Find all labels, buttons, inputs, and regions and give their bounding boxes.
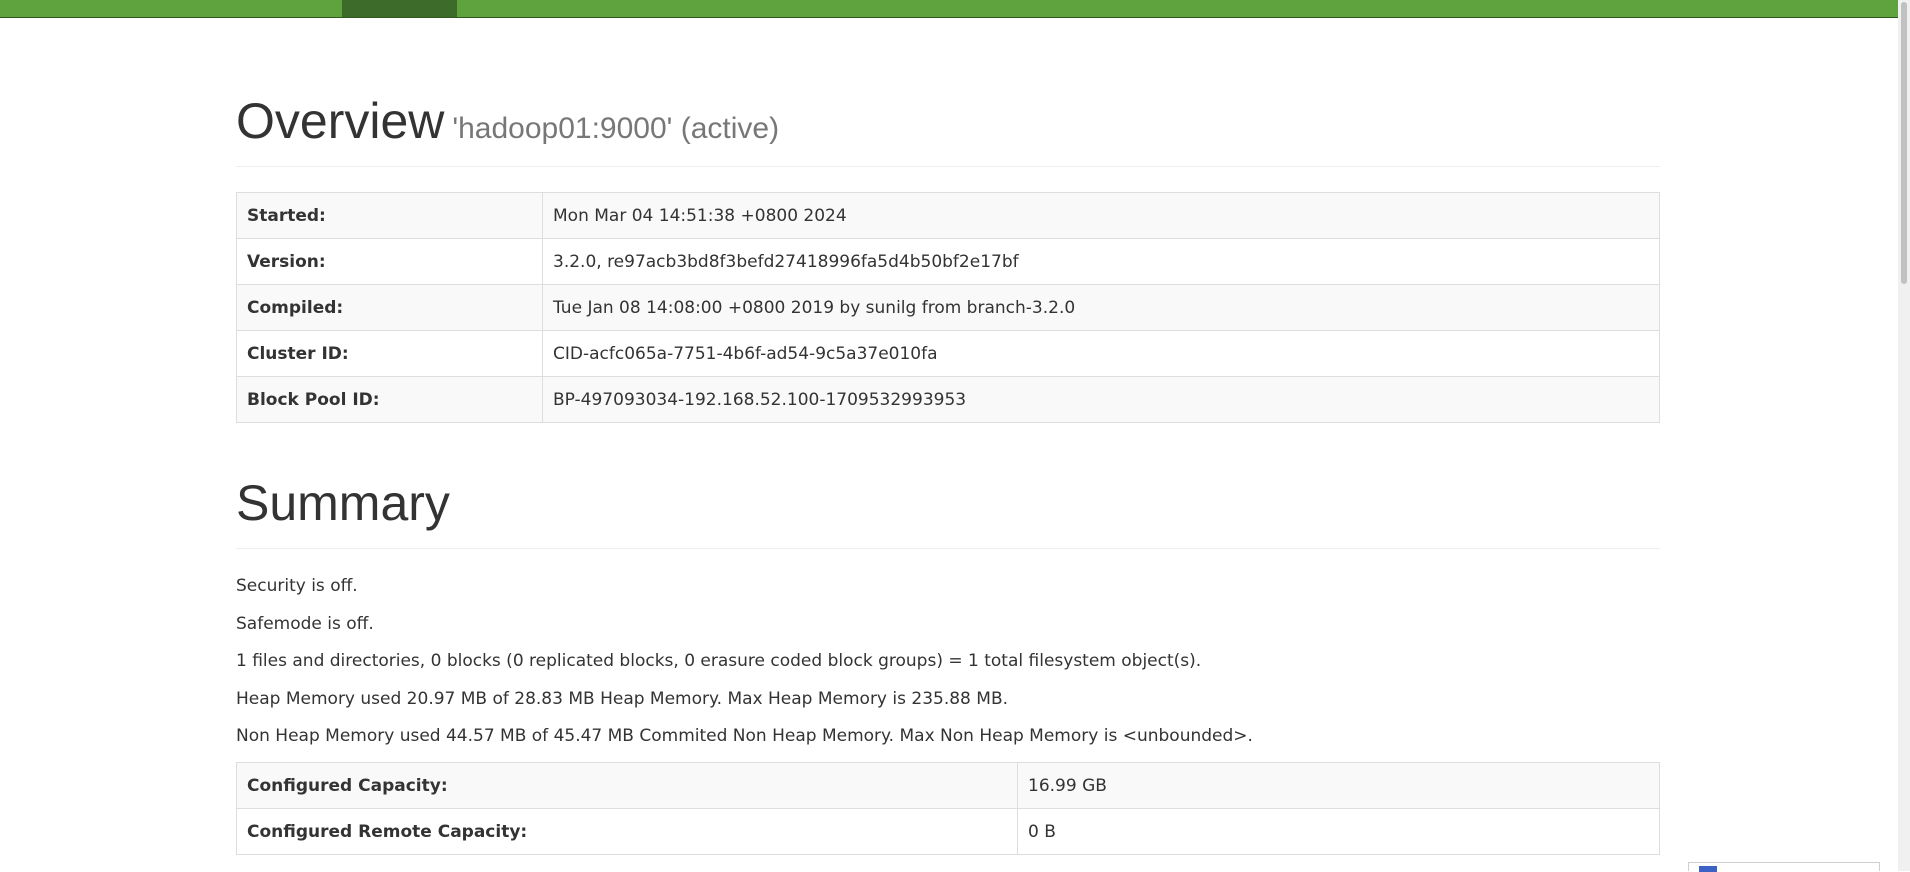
table-row: Compiled: Tue Jan 08 14:08:00 +0800 2019… <box>236 284 1660 331</box>
namenode-address: 'hadoop01:9000' (active) <box>452 112 780 145</box>
row-value: BP-497093034-192.168.52.100-170953299395… <box>542 376 1660 423</box>
heap-memory: Heap Memory used 20.97 MB of 28.83 MB He… <box>236 688 1009 709</box>
row-label: Started: <box>236 192 543 239</box>
row-value: 3.2.0, re97acb3bd8f3befd27418996fa5d4b50… <box>542 238 1660 285</box>
table-row: Configured Remote Capacity: 0 B <box>236 808 1660 855</box>
overview-header: Overview'hadoop01:9000' (active) <box>236 92 1660 167</box>
overview-heading: Overview'hadoop01:9000' (active) <box>236 92 779 150</box>
row-value: Mon Mar 04 14:51:38 +0800 2024 <box>542 192 1660 239</box>
summary-text: Security is off. Safemode is off. 1 file… <box>236 572 1253 760</box>
filesystem-objects: 1 files and directories, 0 blocks (0 rep… <box>236 651 1202 671</box>
row-label: Configured Capacity: <box>236 762 1018 809</box>
safemode-status: Safemode is off. <box>236 613 374 634</box>
vertical-scrollbar[interactable] <box>1898 0 1910 871</box>
row-value: CID-acfc065a-7751-4b6f-ad54-9c5a37e010fa <box>542 330 1660 377</box>
row-label: Cluster ID: <box>236 330 543 377</box>
non-heap-memory: Non Heap Memory used 44.57 MB of 45.47 M… <box>236 726 1253 746</box>
summary-header: Summary <box>236 474 1660 549</box>
row-label: Compiled: <box>236 284 543 331</box>
security-status: Security is off. <box>236 576 358 596</box>
row-value: 16.99 GB <box>1017 762 1660 809</box>
capacity-table: Configured Capacity: 16.99 GB Configured… <box>236 762 1660 855</box>
blue-flag-icon <box>1699 866 1717 872</box>
top-navbar <box>0 0 1898 18</box>
table-row: Configured Capacity: 16.99 GB <box>236 762 1660 809</box>
table-row: Block Pool ID: BP-497093034-192.168.52.1… <box>236 376 1660 423</box>
row-label: Version: <box>236 238 543 285</box>
summary-heading: Summary <box>236 475 450 531</box>
table-row: Cluster ID: CID-acfc065a-7751-4b6f-ad54-… <box>236 330 1660 377</box>
row-value: 0 B <box>1017 808 1660 855</box>
navbar-tab-overview[interactable] <box>342 0 457 17</box>
overview-table: Started: Mon Mar 04 14:51:38 +0800 2024 … <box>236 192 1660 423</box>
corner-widget[interactable] <box>1688 862 1880 872</box>
table-row: Version: 3.2.0, re97acb3bd8f3befd2741899… <box>236 238 1660 285</box>
row-label: Block Pool ID: <box>236 376 543 423</box>
page-title: Overview <box>236 93 445 149</box>
row-label: Configured Remote Capacity: <box>236 808 1018 855</box>
table-row: Started: Mon Mar 04 14:51:38 +0800 2024 <box>236 192 1660 239</box>
scrollbar-thumb[interactable] <box>1901 2 1907 284</box>
row-value: Tue Jan 08 14:08:00 +0800 2019 by sunilg… <box>542 284 1660 331</box>
